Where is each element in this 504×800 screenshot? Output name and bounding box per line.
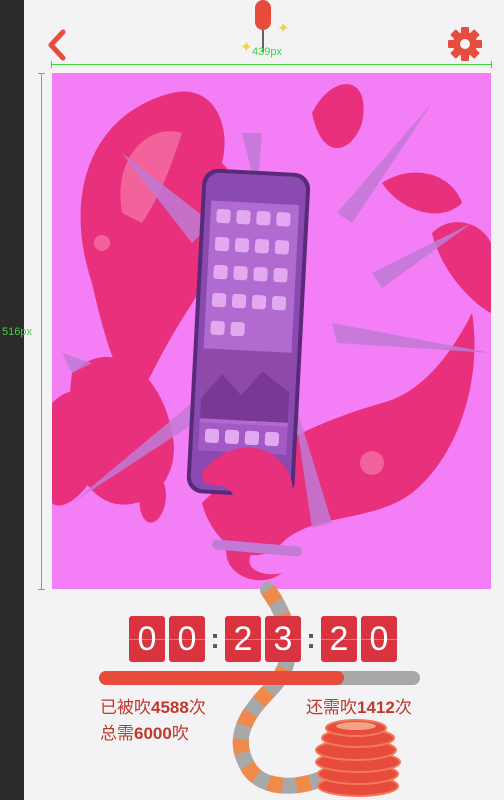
total-count-text: 总需6000吹 [100,719,189,744]
countdown-digit: 2 [225,616,261,662]
blown-count-text: 已被吹4588次 [100,693,206,718]
pin-icon [255,0,271,52]
width-guide-tick [51,61,52,68]
countdown-digit: 2 [321,616,357,662]
blow-progress-bar [99,671,420,685]
countdown-digit: 0 [169,616,205,662]
phone-burst-illustration [52,84,491,581]
sparkle-icon: ✦ [277,19,290,37]
countdown-digit: 3 [265,616,301,662]
illustration-stage[interactable] [52,73,491,589]
countdown-digit: 0 [361,616,397,662]
countdown-digit: 0 [129,616,165,662]
sparkle-icon: ✦ [240,38,253,56]
total-suffix: 吹 [171,724,189,743]
height-guide-line [41,73,42,589]
settings-button[interactable] [446,25,484,63]
back-button[interactable] [44,28,72,62]
total-prefix: 总需 [100,724,134,743]
height-guide-tick [38,589,45,590]
width-guide-label: 439px [252,46,282,58]
countdown-separator: : [306,623,316,654]
blown-prefix: 已被吹 [100,698,151,717]
width-guide-line [51,64,491,65]
coin-stack-icon [315,719,401,797]
chevron-left-icon [48,29,66,61]
remaining-prefix: 还需吹 [306,698,357,717]
width-guide-tick [491,61,492,68]
blown-suffix: 次 [188,698,206,717]
blow-progress-fill [99,671,345,685]
height-guide-tick [38,73,45,74]
gear-icon [448,27,482,61]
blown-count: 4588 [151,698,189,717]
countdown-timer: 0 0 : 2 3 : 2 0 [129,616,401,662]
total-count: 6000 [134,724,172,743]
remaining-suffix: 次 [394,698,412,717]
left-edge-bar [0,0,24,800]
countdown-separator: : [210,623,220,654]
height-guide-label: 516px [2,326,32,338]
remaining-count: 1412 [357,698,395,717]
remaining-count-text: 还需吹1412次 [306,693,412,718]
